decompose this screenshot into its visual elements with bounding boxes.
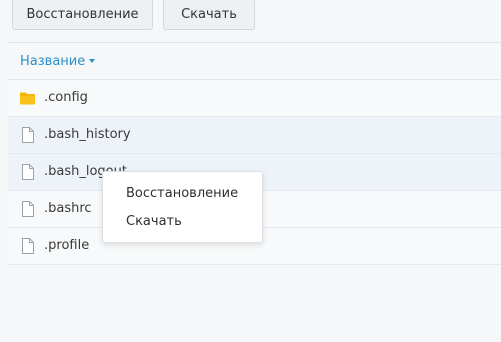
sort-label: Название bbox=[20, 54, 86, 69]
list-item[interactable]: .bash_history bbox=[8, 117, 501, 154]
file-icon bbox=[22, 201, 34, 217]
file-icon bbox=[22, 127, 34, 143]
item-name: .bash_history bbox=[44, 127, 131, 142]
caret-down-icon bbox=[89, 58, 96, 63]
restore-button[interactable]: Восстановление bbox=[12, 0, 153, 30]
sort-by-name-link[interactable]: Название bbox=[20, 54, 96, 69]
context-menu-download[interactable]: Скачать bbox=[103, 208, 262, 236]
item-name: .bashrc bbox=[44, 201, 92, 216]
item-name: .config bbox=[44, 90, 88, 105]
file-icon bbox=[22, 164, 34, 180]
list-header: Название bbox=[8, 43, 501, 80]
toolbar: Восстановление Скачать bbox=[0, 0, 501, 42]
context-menu: Восстановление Скачать bbox=[102, 171, 263, 243]
context-menu-restore[interactable]: Восстановление bbox=[103, 180, 262, 208]
item-name: .profile bbox=[44, 238, 90, 253]
download-button[interactable]: Скачать bbox=[163, 0, 255, 30]
file-icon bbox=[22, 238, 34, 254]
list-item[interactable]: .config bbox=[8, 80, 501, 117]
folder-icon bbox=[20, 92, 35, 105]
